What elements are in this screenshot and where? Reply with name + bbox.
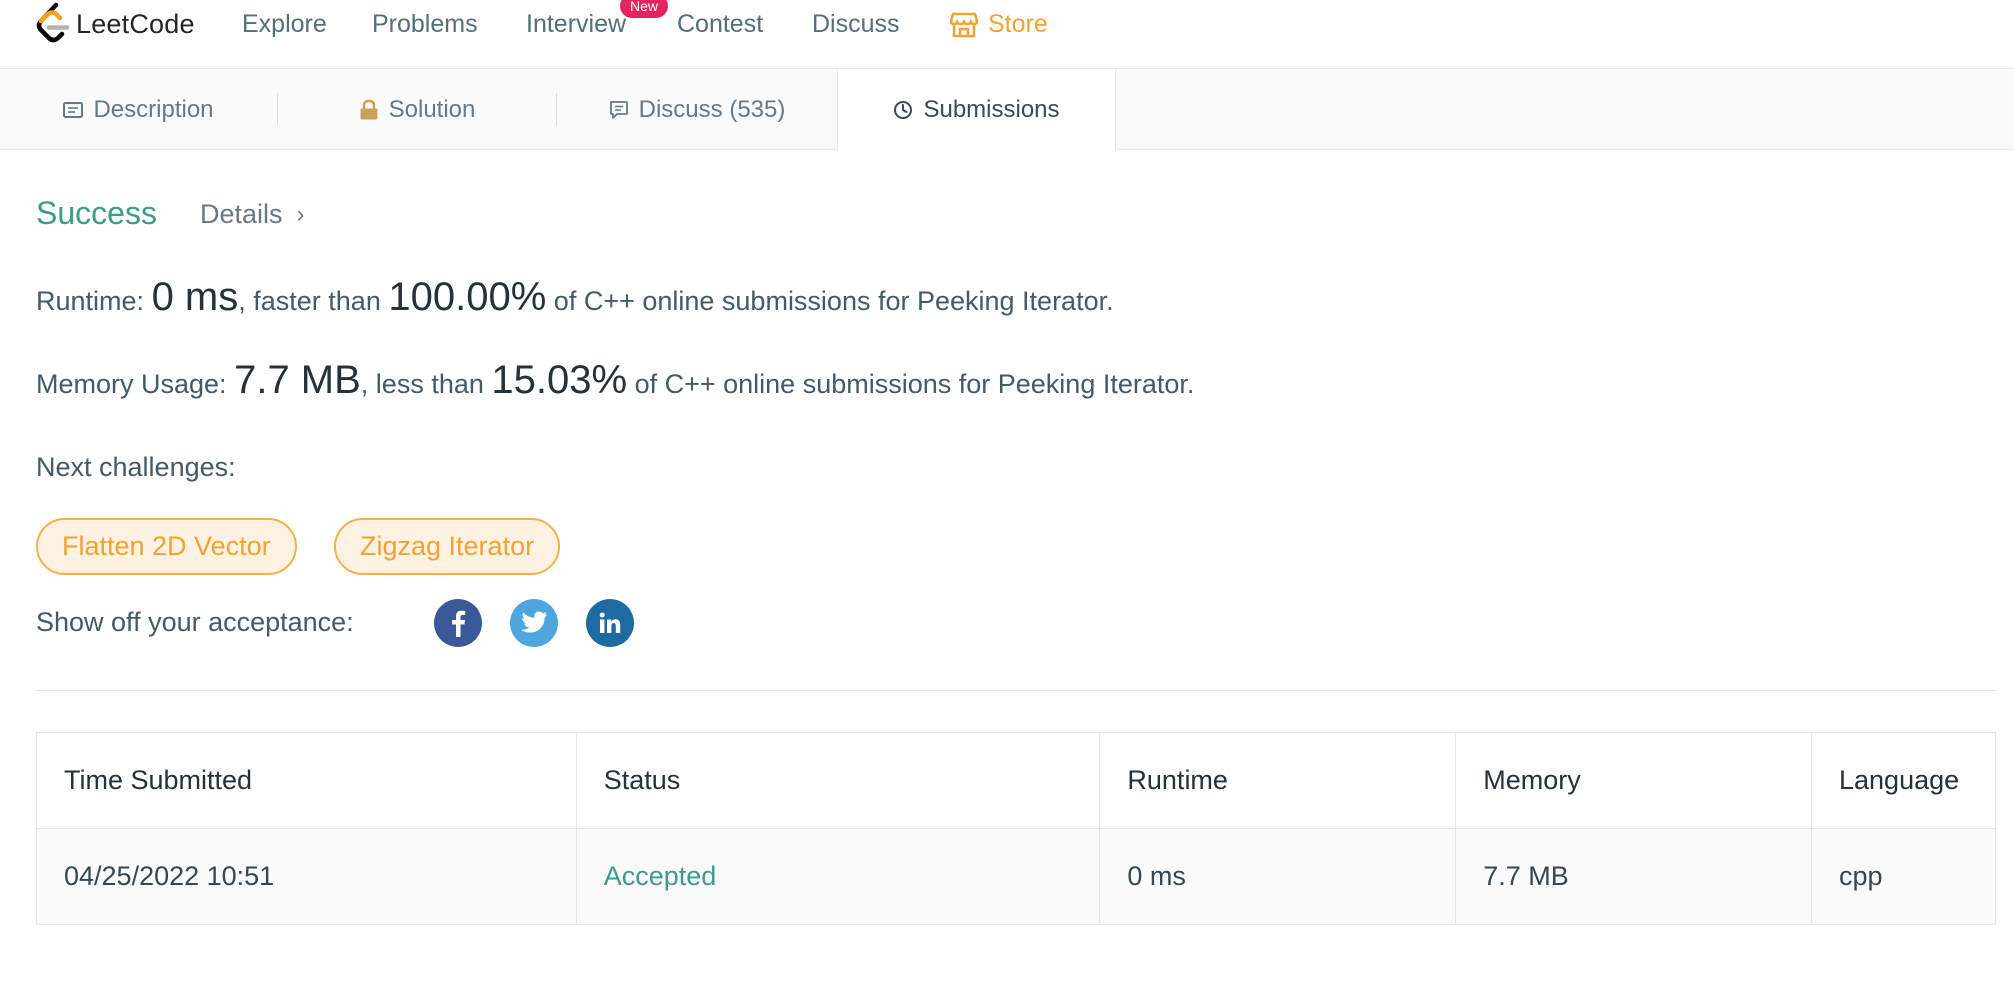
memory-label: Memory Usage: xyxy=(36,369,227,399)
column-header-language: Language xyxy=(1811,732,1996,829)
runtime-mid: , faster than xyxy=(238,286,381,316)
tab-description-label: Description xyxy=(93,95,214,123)
description-icon xyxy=(63,101,84,118)
logo-text: LeetCode xyxy=(76,8,195,39)
nav-interview[interactable]: Interview xyxy=(526,10,626,39)
leetcode-logo-icon xyxy=(36,2,70,43)
runtime-value: 0 ms xyxy=(151,275,239,319)
memory-value: 7.7 MB xyxy=(234,358,361,402)
tab-solution[interactable]: Solution xyxy=(278,69,556,150)
next-challenges-label: Next challenges: xyxy=(36,452,236,482)
column-header-status: Status xyxy=(575,732,1101,829)
runtime-suffix: of C++ online submissions for Peeking It… xyxy=(553,286,1114,316)
column-header-time: Time Submitted xyxy=(36,732,577,829)
tab-submissions[interactable]: Submissions xyxy=(837,69,1116,151)
tab-discuss[interactable]: Discuss (535) xyxy=(557,69,837,150)
problem-tabs: Description Solution Discuss (535) Submi… xyxy=(0,69,2014,151)
facebook-share-button[interactable] xyxy=(434,599,482,647)
share-label: Show off your acceptance: xyxy=(36,607,354,637)
section-divider xyxy=(36,690,1996,691)
store-label: Store xyxy=(988,10,1048,38)
new-badge: New xyxy=(620,0,669,18)
cell-runtime: 0 ms xyxy=(1099,828,1457,925)
cell-language: cpp xyxy=(1811,828,1996,925)
nav-explore[interactable]: Explore xyxy=(242,10,327,39)
cell-status-link[interactable]: Accepted xyxy=(575,828,1101,925)
lock-icon xyxy=(360,99,378,119)
tab-solution-label: Solution xyxy=(388,95,476,123)
nav-problems[interactable]: Problems xyxy=(372,10,478,39)
runtime-percent: 100.00% xyxy=(388,275,547,319)
chevron-right-icon: › xyxy=(296,200,305,228)
nav-discuss[interactable]: Discuss xyxy=(812,10,900,39)
column-header-memory: Memory xyxy=(1455,732,1812,829)
linkedin-icon xyxy=(599,612,621,633)
store-icon xyxy=(950,12,978,37)
linkedin-share-button[interactable] xyxy=(586,599,634,647)
cell-time-submitted: 04/25/2022 10:51 xyxy=(36,828,577,925)
runtime-stat: Runtime: 0 ms, faster than 100.00% of C+… xyxy=(36,275,1114,320)
memory-mid: , less than xyxy=(360,369,484,399)
tab-description[interactable]: Description xyxy=(0,69,277,150)
comment-icon xyxy=(609,100,628,119)
tab-discuss-label: Discuss (535) xyxy=(638,95,786,123)
table-row: 04/25/2022 10:51 Accepted 0 ms 7.7 MB cp… xyxy=(36,828,1996,925)
memory-suffix: of C++ online submissions for Peeking It… xyxy=(634,369,1195,399)
top-navbar: LeetCode Explore Problems Interview New … xyxy=(0,0,2014,69)
twitter-icon xyxy=(521,611,547,633)
clock-icon xyxy=(894,101,913,119)
facebook-icon xyxy=(452,610,466,637)
column-header-runtime: Runtime xyxy=(1099,732,1457,829)
nav-store[interactable]: Store xyxy=(950,10,1048,39)
twitter-share-button[interactable] xyxy=(510,599,558,647)
details-label: Details xyxy=(200,199,283,229)
memory-stat: Memory Usage: 7.7 MB, less than 15.03% o… xyxy=(36,358,1194,403)
challenge-chip[interactable]: Zigzag Iterator xyxy=(334,518,561,575)
details-link[interactable]: Details › xyxy=(200,199,305,230)
tab-submissions-label: Submissions xyxy=(923,96,1060,123)
nav-contest[interactable]: Contest xyxy=(677,10,763,39)
submission-status: Success xyxy=(36,195,157,231)
submissions-table: Time Submitted Status Runtime Memory Lan… xyxy=(36,732,1996,925)
memory-percent: 15.03% xyxy=(491,358,628,402)
table-header-row: Time Submitted Status Runtime Memory Lan… xyxy=(36,732,1996,829)
challenge-chip[interactable]: Flatten 2D Vector xyxy=(36,518,297,575)
cell-memory: 7.7 MB xyxy=(1455,828,1812,925)
leetcode-logo[interactable]: LeetCode xyxy=(34,0,195,48)
runtime-label: Runtime: xyxy=(36,286,145,316)
